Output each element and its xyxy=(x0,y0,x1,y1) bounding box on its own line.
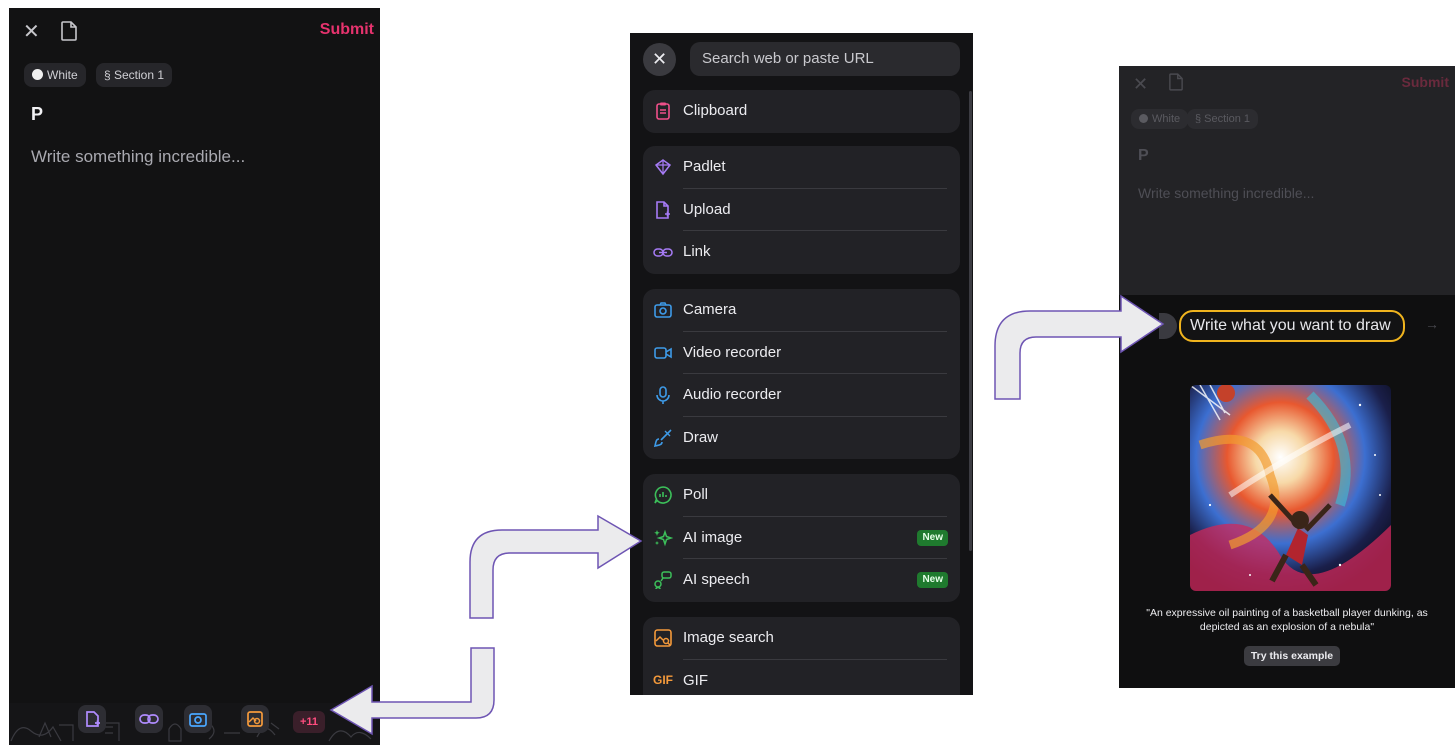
menu-item-gif[interactable]: GIF GIF xyxy=(643,660,960,696)
color-chip: White xyxy=(1131,109,1189,129)
speech-icon xyxy=(654,571,672,590)
color-dot-icon xyxy=(32,69,43,80)
upload-icon xyxy=(86,711,100,727)
menu-group-search: Image search GIF GIF xyxy=(643,617,960,695)
menu-item-link[interactable]: Link xyxy=(643,231,960,274)
document-icon[interactable] xyxy=(61,21,81,43)
post-body-field[interactable]: Write something incredible... xyxy=(31,147,245,167)
toolbar-link-button[interactable] xyxy=(135,705,163,733)
color-chip-label: White xyxy=(47,68,78,82)
clipboard-icon xyxy=(656,102,670,120)
color-chip-label: White xyxy=(1152,113,1181,125)
ai-image-panel: ✕ Submit White § Section 1 P Write somet… xyxy=(1119,66,1455,688)
gif-icon: GIF xyxy=(653,672,673,687)
menu-item-label: AI speech xyxy=(683,571,750,588)
send-arrow-icon[interactable]: → xyxy=(1425,316,1439,332)
menu-item-label: Camera xyxy=(683,301,737,318)
camera-icon xyxy=(189,713,207,727)
menu-item-image-search[interactable]: Image search xyxy=(643,617,960,660)
document-icon xyxy=(1169,73,1183,96)
submit-button: Submit xyxy=(1401,74,1449,90)
menu-item-label: AI image xyxy=(683,528,743,546)
menu-group-ai: Poll AI image New AI speech New xyxy=(643,474,960,602)
back-handle[interactable] xyxy=(1159,313,1177,339)
link-icon xyxy=(139,714,159,724)
section-chip: § Section 1 xyxy=(1187,109,1259,129)
padlet-icon xyxy=(654,159,672,176)
sparkle-icon xyxy=(654,529,673,546)
example-caption: "An expressive oil painting of a basketb… xyxy=(1146,607,1428,633)
menu-item-label: Image search xyxy=(683,629,774,646)
post-editor-panel: ✕ Submit White § Section 1 P Write somet… xyxy=(9,8,380,745)
poll-icon xyxy=(654,486,672,504)
menu-item-ai-image[interactable]: AI image New xyxy=(643,517,960,559)
draw-prompt-input[interactable] xyxy=(1179,310,1405,342)
try-example-button[interactable]: Try this example xyxy=(1244,646,1340,666)
toolbar-image-search-button[interactable] xyxy=(241,705,269,733)
camera-icon xyxy=(654,302,672,318)
menu-item-label: GIF xyxy=(683,671,708,689)
close-icon[interactable]: ✕ xyxy=(23,22,43,42)
menu-item-draw[interactable]: Draw xyxy=(643,417,960,460)
menu-item-audio-recorder[interactable]: Audio recorder xyxy=(643,374,960,417)
toolbar-upload-button[interactable] xyxy=(78,705,106,733)
menu-item-label: Video recorder xyxy=(683,343,782,361)
new-badge: New xyxy=(917,572,948,588)
menu-item-label: Padlet xyxy=(683,158,726,175)
close-menu-button[interactable]: ✕ xyxy=(643,43,676,76)
menu-item-label: Clipboard xyxy=(683,102,748,119)
brush-icon xyxy=(653,428,672,447)
menu-item-video-recorder[interactable]: Video recorder xyxy=(643,332,960,374)
example-image xyxy=(1190,385,1391,591)
menu-item-camera[interactable]: Camera xyxy=(643,289,960,332)
dimmed-editor: ✕ Submit White § Section 1 P Write somet… xyxy=(1119,66,1455,295)
menu-item-label: Audio recorder xyxy=(683,386,782,403)
post-title[interactable]: P xyxy=(31,104,43,125)
editor-topbar: ✕ Submit xyxy=(9,8,380,54)
post-body-field: Write something incredible... xyxy=(1138,185,1315,201)
menu-item-label: Link xyxy=(683,243,711,260)
more-attachments-button[interactable]: +11 xyxy=(293,711,325,733)
menu-item-label: Upload xyxy=(683,200,731,218)
image-search-icon xyxy=(247,711,263,727)
menu-scrollbar[interactable] xyxy=(969,91,972,551)
microphone-icon xyxy=(656,386,670,404)
video-icon xyxy=(654,346,672,359)
menu-item-poll[interactable]: Poll xyxy=(643,474,960,517)
color-dot-icon xyxy=(1139,114,1148,123)
arrow-to-ai-image xyxy=(469,514,643,619)
search-input[interactable] xyxy=(690,42,960,76)
close-icon: ✕ xyxy=(1133,74,1149,94)
link-icon xyxy=(653,248,673,257)
section-chip[interactable]: § Section 1 xyxy=(96,63,173,87)
toolbar-camera-button[interactable] xyxy=(184,705,212,733)
upload-icon xyxy=(656,200,670,219)
new-badge: New xyxy=(917,529,948,546)
post-title: P xyxy=(1138,147,1149,164)
color-chip[interactable]: White xyxy=(24,63,86,87)
menu-item-label: Poll xyxy=(683,486,709,503)
menu-item-ai-speech[interactable]: AI speech New xyxy=(643,559,960,602)
menu-item-padlet[interactable]: Padlet xyxy=(643,146,960,189)
menu-item-clipboard[interactable]: Clipboard xyxy=(643,90,960,133)
menu-group-clipboard: Clipboard xyxy=(643,90,960,133)
add-content-menu: ✕ Clipboard Padlet Upload Link Camera xyxy=(630,33,973,695)
menu-item-label: Draw xyxy=(683,428,719,446)
menu-group-padlet: Padlet Upload Link xyxy=(643,146,960,274)
menu-group-capture: Camera Video recorder Audio recorder Dra… xyxy=(643,289,960,459)
image-search-icon xyxy=(654,629,672,647)
menu-item-upload[interactable]: Upload xyxy=(643,189,960,231)
submit-button[interactable]: Submit xyxy=(320,21,374,39)
